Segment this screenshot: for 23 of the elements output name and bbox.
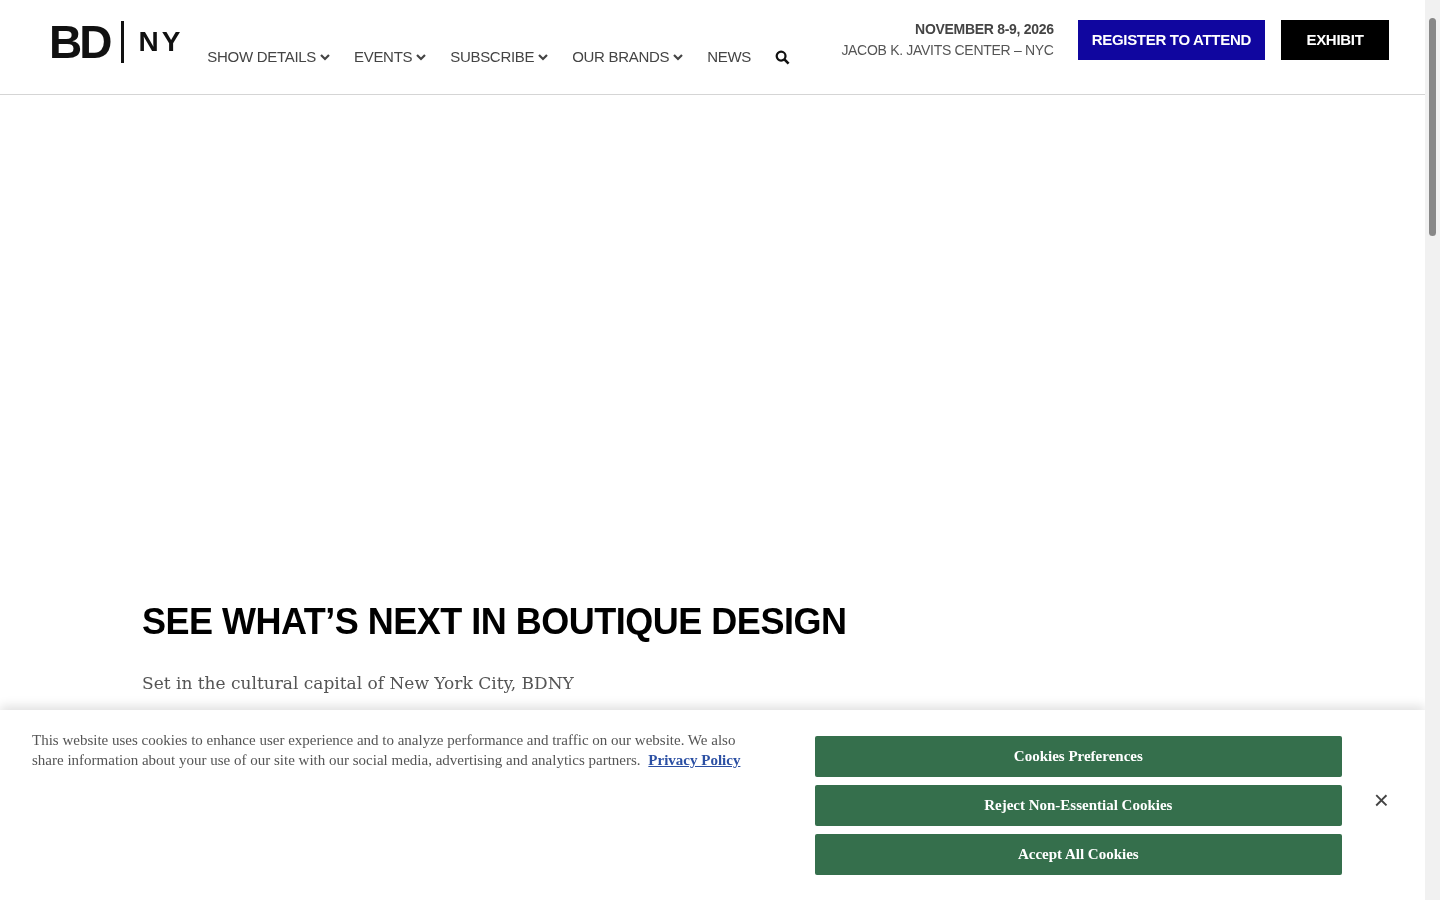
nav-link[interactable]: NEWS: [707, 45, 752, 69]
scrollbar[interactable]: [1425, 0, 1440, 900]
page-heading: SEE WHAT’S NEXT IN BOUTIQUE DESIGN: [142, 600, 848, 644]
event-venue: JACOB K. JAVITS CENTER – NYC: [841, 41, 1054, 60]
privacy-policy-link[interactable]: Privacy Policy: [648, 752, 741, 768]
logo-divider: [121, 21, 125, 63]
register-button[interactable]: REGISTER TO ATTEND: [1077, 20, 1265, 60]
close-button[interactable]: ×: [1369, 787, 1393, 813]
nav-link[interactable]: SUBSCRIBE: [450, 45, 549, 69]
nav-link[interactable]: EVENTS: [354, 45, 427, 69]
logo-text[interactable]: NY: [138, 21, 184, 63]
cookie-preferences-button[interactable]: Cookies Preferences: [814, 736, 1342, 777]
scrollbar-thumb[interactable]: [1429, 18, 1436, 236]
intro-paragraph: Set in the cultural capital of New York City, BDNY: [142, 672, 575, 696]
logo-text[interactable]: BD: [49, 19, 110, 65]
event-date: NOVEMBER 8-9, 2026: [914, 20, 1054, 39]
cookie-notice-text: This website uses cookies to enhance user experience and to analyze performance and traffic on our website. We also share information about your use of our site with our social media, advertising and analytics partners. Privacy Policy: [32, 731, 742, 770]
nav-link[interactable]: OUR BRANDS: [572, 45, 684, 69]
accept-cookies-button[interactable]: Accept All Cookies: [814, 834, 1342, 875]
reject-cookies-button[interactable]: Reject Non-Essential Cookies: [814, 785, 1342, 826]
search-icon[interactable]: [775, 49, 791, 65]
nav-link[interactable]: SHOW DETAILS: [207, 45, 330, 69]
exhibit-button[interactable]: EXHIBIT: [1281, 20, 1389, 60]
